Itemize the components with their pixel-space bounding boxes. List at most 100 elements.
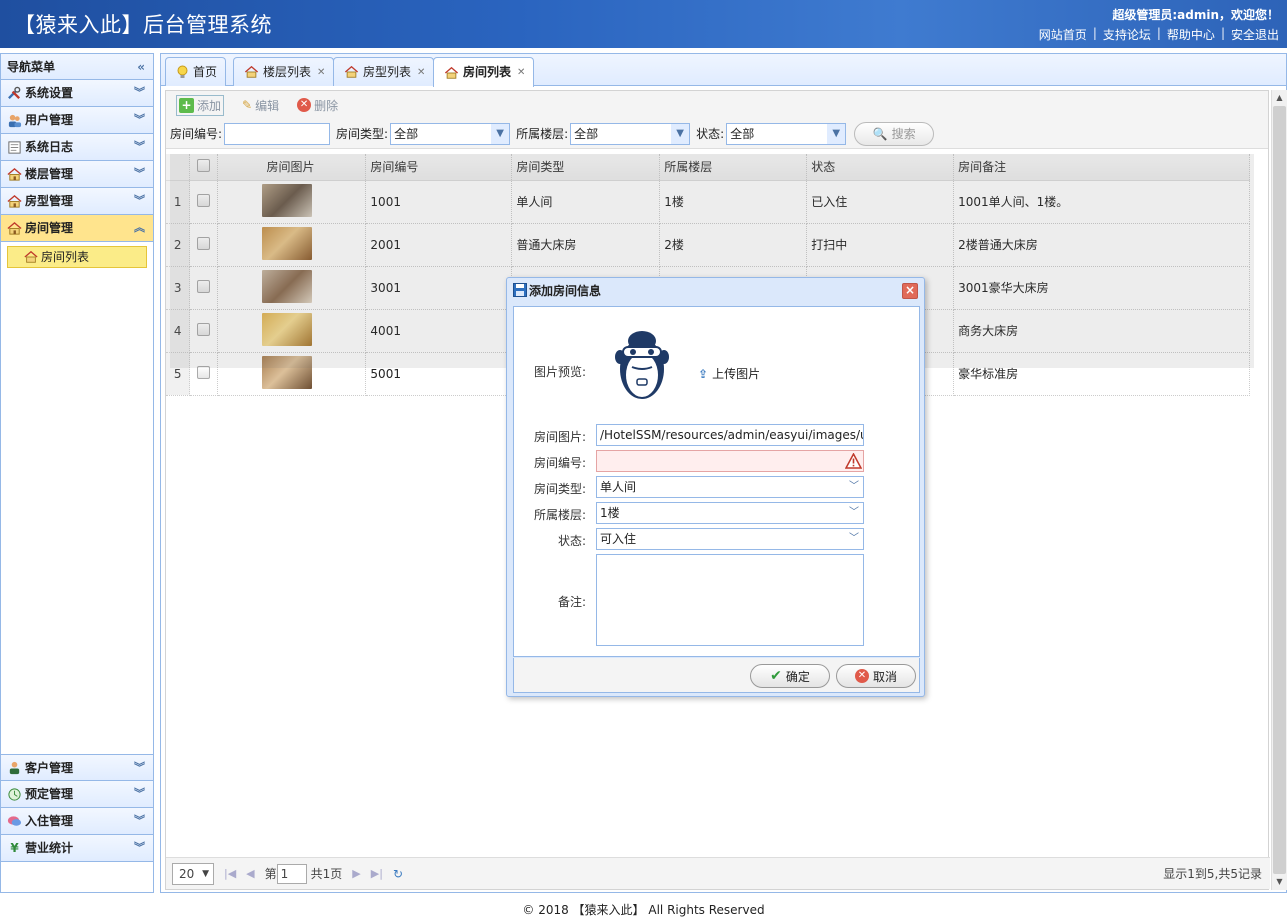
cancel-button[interactable]: ✕ 取消: [836, 664, 916, 688]
row-checkbox[interactable]: [197, 322, 211, 336]
next-page-icon[interactable]: ▶: [352, 867, 360, 880]
row-number: 3: [166, 266, 191, 310]
scroll-up-icon[interactable]: ▲: [1272, 90, 1287, 106]
room-photo-cell: [217, 223, 367, 267]
house-icon: [244, 65, 259, 78]
chevron-down-icon: ︾: [134, 194, 145, 207]
delete-label: 删除: [314, 98, 339, 113]
row-checkbox[interactable]: [197, 236, 211, 250]
link-logout[interactable]: 安全退出: [1231, 26, 1279, 43]
tab-bar: 首页 楼层列表 ✕ 房型列表 ✕ 房间列表 ✕: [161, 54, 1286, 87]
menu-business-stats[interactable]: ¥ 营业统计 ︾: [1, 835, 153, 862]
tools-icon: [8, 86, 21, 99]
photo-path-input[interactable]: /HotelSSM/resources/admin/easyui/images/…: [596, 424, 864, 446]
menu-customer-management[interactable]: 客户管理 ︾: [1, 754, 153, 781]
select-value: 全部: [730, 127, 755, 141]
tab-home[interactable]: 首页: [165, 57, 227, 86]
status-cell: 打扫中: [806, 223, 955, 267]
close-icon[interactable]: ✕: [317, 59, 325, 86]
room-type-cell: 单人间: [511, 180, 661, 224]
warning-icon: [845, 453, 862, 469]
room-type-label: 房间类型:: [533, 482, 586, 496]
floor-select[interactable]: 1楼 ﹀: [596, 502, 864, 524]
tab-floor-list[interactable]: 楼层列表 ✕: [233, 57, 335, 86]
floor-label: 所属楼层:: [533, 508, 586, 522]
page-number-input[interactable]: 1: [276, 863, 307, 884]
chevron-down-icon: ▼: [827, 123, 846, 144]
remark-cell: 商务大床房: [953, 309, 1250, 353]
filter-floor-select[interactable]: 全部 ▼: [570, 122, 691, 145]
scrollbar-thumb[interactable]: [1273, 106, 1286, 874]
col-header[interactable]: 房间编号: [365, 154, 513, 181]
link-forum[interactable]: 支持论坛: [1103, 26, 1151, 43]
menu-label: 客户管理: [25, 760, 74, 775]
tab-roomtype-list[interactable]: 房型列表 ✕: [333, 57, 435, 86]
status-select[interactable]: 可入住 ﹀: [596, 528, 864, 550]
delete-button[interactable]: ✕ 删除: [297, 97, 338, 114]
filter-roomtype-label: 房间类型:: [336, 127, 389, 141]
submenu-room-list[interactable]: 房间列表: [7, 246, 147, 268]
row-checkbox[interactable]: [197, 365, 211, 379]
select-all-checkbox[interactable]: [197, 158, 211, 172]
remark-cell: 2楼普通大床房: [953, 223, 1250, 267]
menu-system-log[interactable]: 系统日志 ︾: [1, 134, 153, 161]
prev-page-icon[interactable]: ◀: [246, 867, 254, 880]
close-icon[interactable]: ×: [902, 283, 918, 299]
col-header[interactable]: 房间类型: [511, 154, 661, 181]
last-page-icon[interactable]: ▶|: [371, 867, 383, 880]
preview-label: 图片预览:: [533, 365, 586, 379]
search-label: 搜索: [891, 127, 916, 141]
col-header[interactable]: 房间备注: [953, 154, 1250, 181]
edit-button[interactable]: ✎ 编辑: [242, 97, 279, 114]
row-select: [189, 352, 219, 396]
menu-system-settings[interactable]: 系统设置 ︾: [1, 80, 153, 107]
house-icon: [24, 250, 38, 263]
sidebar: 导航菜单 « 系统设置 ︾ 用户管理 ︾ 系统日志 ︾ 楼层管理 ︾ 房型管理 …: [0, 53, 154, 893]
floor-cell: 1楼: [659, 180, 808, 224]
ok-button[interactable]: ✔ 确定: [750, 664, 830, 688]
menu-reservation-management[interactable]: 预定管理 ︾: [1, 781, 153, 808]
col-header[interactable]: 状态: [806, 154, 955, 181]
house-icon: [7, 167, 22, 181]
menu-room-management[interactable]: 房间管理 ︽: [1, 215, 153, 242]
menu-checkin-management[interactable]: 入住管理 ︾: [1, 808, 153, 835]
add-button[interactable]: + 添加: [176, 94, 225, 116]
col-header[interactable]: 所属楼层: [659, 154, 808, 181]
upload-button[interactable]: ⇪ 上传图片: [698, 365, 760, 382]
col-header[interactable]: 房间图片: [217, 154, 367, 181]
close-icon[interactable]: ✕: [417, 59, 425, 86]
menu-user-management[interactable]: 用户管理 ︾: [1, 107, 153, 134]
tab-label: 首页: [193, 64, 218, 79]
chevron-down-icon: ﹀: [849, 533, 859, 544]
scroll-down-icon[interactable]: ▼: [1272, 874, 1287, 890]
collapse-icon[interactable]: «: [137, 54, 145, 80]
sidebar-header: 导航菜单 «: [1, 54, 153, 80]
filter-roomtype-select[interactable]: 全部 ▼: [390, 122, 511, 145]
menu-floor-management[interactable]: 楼层管理 ︾: [1, 161, 153, 188]
row-checkbox[interactable]: [197, 193, 211, 207]
select-value: 全部: [394, 127, 419, 141]
room-photo: [262, 355, 313, 389]
remark-textarea[interactable]: [596, 554, 864, 646]
close-icon[interactable]: ✕: [517, 59, 525, 86]
filter-roomno-input[interactable]: [224, 122, 331, 145]
row-checkbox[interactable]: [197, 279, 211, 293]
page-size-select[interactable]: 20 ▼: [172, 862, 214, 885]
table-row[interactable]: 2 2001 普通大床房 2楼 打扫中 2楼普通大床房: [166, 223, 1250, 267]
caret-down-icon: ▼: [202, 868, 209, 879]
room-no-input[interactable]: [596, 450, 864, 472]
first-page-icon[interactable]: |◀: [224, 867, 236, 880]
link-home[interactable]: 网站首页: [1039, 26, 1087, 43]
vertical-scrollbar[interactable]: ▲ ▼: [1271, 90, 1287, 890]
tab-room-list[interactable]: 房间列表 ✕: [433, 57, 535, 87]
select-value: 1楼: [600, 506, 620, 520]
row-number: 1: [166, 180, 191, 224]
link-help[interactable]: 帮助中心: [1167, 26, 1215, 43]
refresh-icon[interactable]: ↻: [393, 867, 403, 881]
search-button[interactable]: 🔍 搜索: [854, 121, 935, 146]
menu-roomtype-management[interactable]: 房型管理 ︾: [1, 188, 153, 215]
table-row[interactable]: 1 1001 单人间 1楼 已入住 1001单人间、1楼。: [166, 180, 1250, 224]
filter-status-select[interactable]: 全部 ▼: [726, 122, 847, 145]
remark-cell: 3001豪华大床房: [953, 266, 1250, 310]
room-type-select[interactable]: 单人间 ﹀: [596, 476, 864, 498]
